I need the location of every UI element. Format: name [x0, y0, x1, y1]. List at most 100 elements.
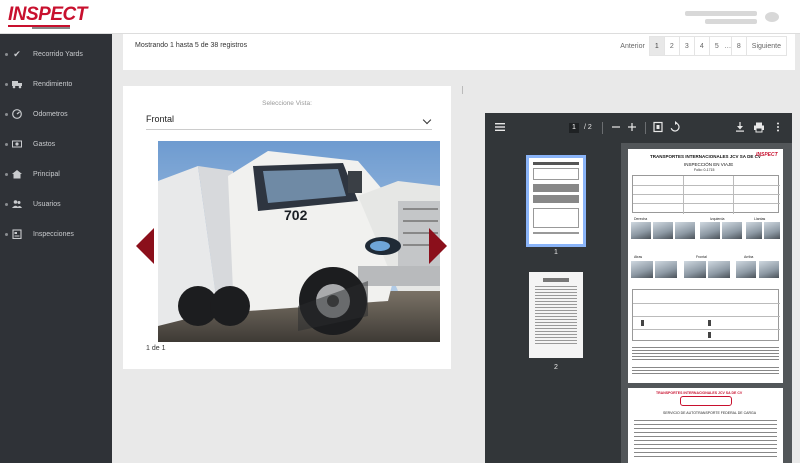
sidebar-item-usuarios[interactable]: Usuarios [0, 193, 112, 215]
truck-icon [12, 79, 22, 89]
inspection-photo [722, 222, 742, 239]
checklist-table [632, 289, 780, 341]
zoom-out-icon[interactable] [609, 121, 623, 135]
page-button-5[interactable]: 5 [708, 36, 725, 56]
company-name: TRANSPORTES INTERNACIONALES JCV SA DE CV [650, 154, 761, 159]
page-button-3[interactable]: 3 [678, 36, 695, 56]
avatar[interactable] [765, 12, 779, 22]
sidebar-item-rendimiento[interactable]: Rendimiento [0, 73, 112, 95]
sidebar-item-principal[interactable]: Principal [0, 163, 112, 185]
view-select[interactable]: Frontal [146, 112, 432, 130]
download-icon[interactable] [733, 121, 747, 135]
blurred-username [685, 11, 757, 16]
sidebar-item-label: Inspecciones [33, 230, 74, 238]
check-icon: ✔ [13, 49, 21, 59]
next-page-button[interactable]: Siguiente [745, 36, 787, 56]
sidebar-item-inspecciones[interactable]: Inspecciones [0, 223, 112, 245]
inspection-photo [653, 222, 673, 239]
page-button-8[interactable]: 8 [730, 36, 747, 56]
truck-number: 702 [284, 207, 308, 223]
gauge-icon [12, 109, 22, 119]
photo-label-front: Frontal [696, 255, 707, 259]
photo-label-top: Arriba [744, 255, 754, 259]
next-photo-arrow[interactable] [429, 228, 447, 264]
photo-counter: 1 de 1 [146, 345, 166, 352]
thumbnail-panel: 1 2 [485, 143, 621, 463]
chevron-down-icon [422, 115, 432, 125]
inspection-photo [759, 261, 779, 278]
bullet-icon [5, 232, 8, 236]
sidebar-item-label: Usuarios [33, 200, 61, 208]
pdf-viewer: 1 / 2 1 2 TRANSPORTES INTERNACIONALES JC… [485, 113, 792, 463]
pdf-toolbar: 1 / 2 [485, 113, 792, 143]
blurred-user-role [705, 19, 757, 24]
bullet-icon [5, 142, 8, 146]
users-icon [12, 199, 22, 209]
photo-label-right: Derecha [634, 217, 648, 221]
page-number-input[interactable]: 1 [569, 123, 579, 133]
previous-photo-arrow[interactable] [136, 228, 154, 264]
thumbnail-number: 2 [554, 364, 558, 371]
page2-service: SERVICIO DE AUTOTRANSPORTE FEDERAL DE CA… [663, 411, 757, 415]
thumbnail-page-1[interactable] [526, 155, 586, 247]
sidebar-item-recorrido-yards[interactable]: ✔ Recorrido Yards [0, 43, 112, 65]
photo-card: Seleccione Vista: Frontal 702 1 de 1 [123, 86, 451, 369]
page2-header: TRANSPORTES INTERNACIONALES JCV SA DE CV [656, 391, 743, 395]
fit-page-icon[interactable] [651, 121, 665, 135]
rotate-icon[interactable] [668, 121, 682, 135]
print-icon[interactable] [752, 121, 766, 135]
toolbar-divider [645, 122, 646, 134]
photo-label-tires: Llantas [754, 217, 766, 221]
bullet-icon [5, 172, 8, 176]
inspection-photo [764, 222, 780, 239]
app-logo[interactable]: INSPECT [8, 4, 87, 26]
photo-label-left: Izquierda [710, 217, 725, 221]
bullet-icon [5, 82, 8, 86]
document-subtitle: INSPECCIÓN EN VIAJE [684, 162, 734, 167]
page-button-4[interactable]: 4 [693, 36, 710, 56]
inspection-photo [631, 222, 651, 239]
signature-text [632, 347, 779, 361]
company-logo [680, 396, 732, 406]
clipboard-icon [12, 229, 22, 240]
more-options-icon[interactable] [771, 121, 785, 135]
inspection-photo [684, 261, 706, 278]
sidebar-item-label: Gastos [33, 140, 56, 148]
sidebar-item-label: Rendimiento [33, 80, 73, 88]
sidebar-item-label: Principal [33, 170, 60, 178]
pdf-page-1: TRANSPORTES INTERNACIONALES JCV SA DE CV… [628, 149, 783, 383]
page-button-2[interactable]: 2 [663, 36, 680, 56]
view-select-label: Seleccione Vista: [262, 100, 312, 107]
inspection-photo [708, 261, 730, 278]
inspection-photo [631, 261, 653, 278]
user-menu[interactable] [685, 8, 790, 26]
inspection-photo [746, 222, 762, 239]
thumb-photos [533, 195, 579, 203]
pdf-page-2: TRANSPORTES INTERNACIONALES JCV SA DE CV… [628, 388, 783, 463]
thumb-line [533, 162, 579, 165]
toolbar-divider [602, 122, 603, 134]
menu-icon[interactable] [493, 121, 507, 135]
sidebar-item-odometros[interactable]: Odometros [0, 103, 112, 125]
document-folio: Folio: 0-1715 [694, 168, 715, 172]
zoom-in-icon[interactable] [625, 121, 639, 135]
home-icon [12, 169, 22, 179]
main-content: Mostrando 1 hasta 5 de 38 registros Ante… [112, 34, 800, 463]
inspection-photo [736, 261, 756, 278]
records-info: Mostrando 1 hasta 5 de 38 registros [135, 42, 248, 49]
inspection-photo [675, 222, 695, 239]
document-logo: INSPECT [756, 152, 778, 158]
photo-label-back: Atras [634, 255, 643, 259]
thumb-photos [533, 184, 579, 192]
thumb-table [533, 168, 579, 180]
sidebar-item-gastos[interactable]: Gastos [0, 133, 112, 155]
footer-text [632, 367, 779, 375]
inspection-photo [655, 261, 677, 278]
info-table [632, 175, 780, 214]
prev-page-button[interactable]: Anterior [615, 36, 650, 56]
bullet-icon [5, 52, 8, 56]
thumbnail-page-2[interactable] [529, 272, 583, 358]
view-select-value: Frontal [146, 114, 175, 124]
page-button-1[interactable]: 1 [648, 36, 665, 56]
thumb-text [535, 286, 577, 346]
